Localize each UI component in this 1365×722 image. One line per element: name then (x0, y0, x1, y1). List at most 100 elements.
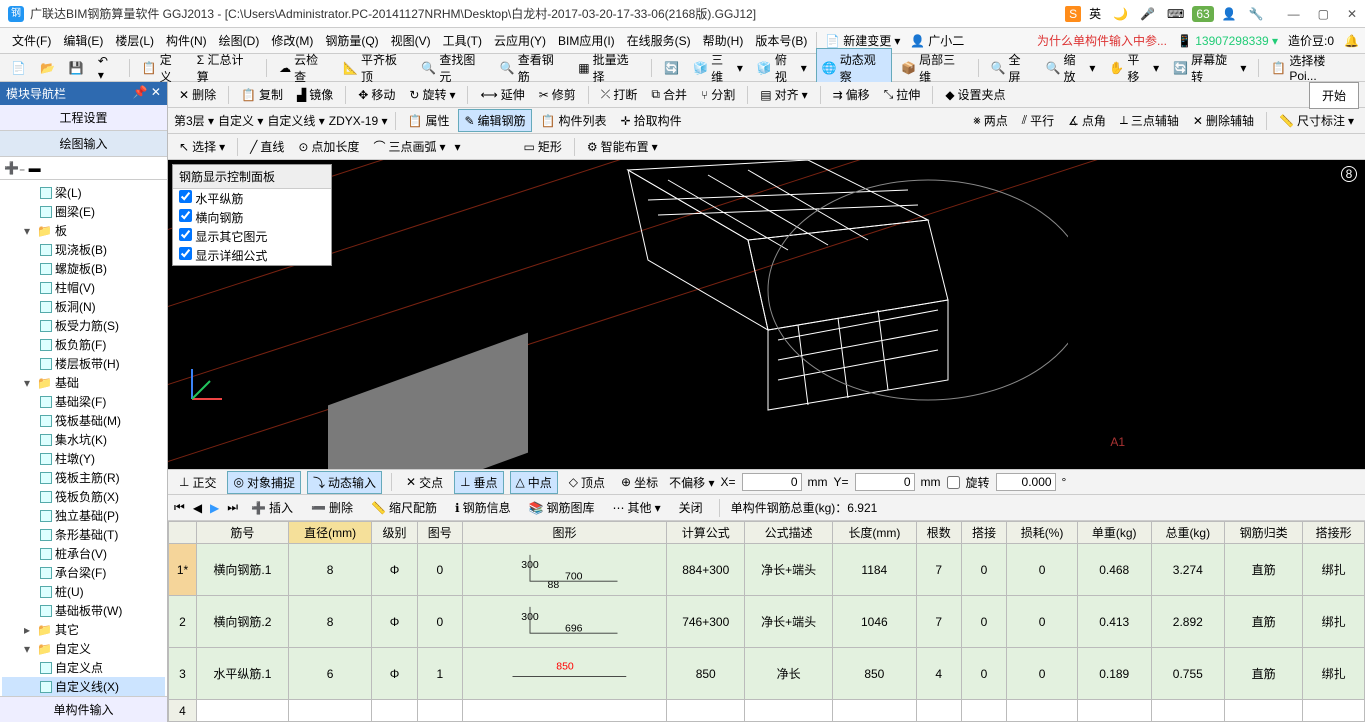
tree-node[interactable]: ▸📁 其它 (2, 620, 165, 639)
tree-node[interactable]: 基础梁(F) (2, 392, 165, 411)
batch-select-button[interactable]: ▦ 批量选择 (573, 49, 644, 87)
view-rebar-button[interactable]: 🔍 查看钢筋 (495, 49, 569, 87)
mid-button[interactable]: △ 中点 (510, 471, 558, 494)
tree-node[interactable]: 筏板基础(M) (2, 411, 165, 430)
flat-top-button[interactable]: 📐 平齐板顶 (338, 49, 412, 87)
three-axis-button[interactable]: ⟂ 三点辅轴 (1115, 110, 1184, 131)
props-button[interactable]: 📋 属性 (403, 110, 455, 131)
menu-item[interactable]: 工具(T) (437, 32, 488, 50)
grid-close-button[interactable]: 关闭 (674, 497, 708, 518)
save-icon[interactable]: 💾 (64, 59, 89, 77)
member-list-button[interactable]: 📋 构件列表 (536, 110, 612, 131)
tree-node[interactable]: 圈梁(E) (2, 202, 165, 221)
menu-item[interactable]: BIM应用(I) (552, 32, 621, 50)
prev-icon[interactable]: ◀ (193, 501, 202, 515)
menu-item[interactable]: 绘图(D) (213, 32, 266, 50)
pedal-button[interactable]: ⊥ 垂点 (454, 471, 503, 494)
menu-item[interactable]: 修改(M) (265, 32, 319, 50)
offset-button[interactable]: ⇉ 偏移 (828, 84, 875, 105)
dyn-input-button[interactable]: ⤵ 动态输入 (307, 471, 382, 494)
menu-item[interactable]: 构件(N) (160, 32, 213, 50)
tree-node[interactable]: 现浇板(B) (2, 240, 165, 259)
3d-button[interactable]: 🧊 三维 ▾ (688, 49, 748, 87)
component-tree[interactable]: 梁(L) 圈梁(E)▾📁 板 现浇板(B) 螺旋板(B) 柱帽(V) 板洞(N)… (0, 180, 167, 696)
menu-item[interactable]: 视图(V) (385, 32, 437, 50)
rebar-table[interactable]: 筋号直径(mm)级别图号图形计算公式公式描述长度(mm)根数搭接损耗(%)单重(… (168, 521, 1365, 722)
tree-node[interactable]: 条形基础(T) (2, 525, 165, 544)
offset-select[interactable]: 不偏移 ▾ (669, 474, 714, 491)
tree-node[interactable]: 承台梁(F) (2, 563, 165, 582)
tree-node[interactable]: ▾📁 自定义 (2, 639, 165, 658)
first-icon[interactable]: ⏮ (174, 500, 185, 515)
find-elem-button[interactable]: 🔍 查找图元 (416, 49, 490, 87)
tree-collapse-icon[interactable]: ▬ (29, 161, 41, 175)
smart-button[interactable]: ⚙ 智能布置 ▾ (582, 136, 663, 157)
trim-button[interactable]: ✂ 修剪 (534, 84, 581, 105)
menu-item[interactable]: 在线服务(S) (621, 32, 697, 50)
edit-rebar-button[interactable]: ✎ 编辑钢筋 (458, 109, 531, 132)
zoom-button[interactable]: 🔍 缩放 ▾ (1041, 49, 1101, 87)
minimize-button[interactable]: — (1288, 7, 1300, 21)
pan-button[interactable]: ✋ 平移 ▾ (1104, 49, 1164, 87)
single-input-tab[interactable]: 单构件输入 (0, 696, 167, 722)
rebar-option[interactable]: 显示详细公式 (173, 246, 331, 265)
grid-other-button[interactable]: ⋯ 其他 ▾ (608, 497, 666, 518)
rect-button[interactable]: ▭ 矩形 (519, 136, 567, 157)
pt-len-button[interactable]: ⊙ 点加长度 (293, 136, 364, 157)
x-input[interactable] (742, 473, 802, 491)
split-button[interactable]: ⑂ 分割 (696, 84, 740, 105)
menu-item[interactable]: 帮助(H) (697, 32, 750, 50)
two-point-button[interactable]: ⨳ 两点 (968, 110, 1012, 131)
ortho-button[interactable]: ⊥ 正交 (174, 472, 221, 493)
define-button[interactable]: 📋 定义 (137, 49, 188, 87)
panel-tab-draw[interactable]: 绘图输入 (0, 131, 167, 157)
table-row[interactable]: 3水平纵筋.16Φ1850850净长8504000.1890.755直筋绑扎 (169, 648, 1365, 700)
pick-floor-button[interactable]: 📋 选择楼 Poi... (1266, 50, 1359, 85)
arc3-button[interactable]: ⌒ 三点画弧 ▾ (368, 136, 450, 157)
osnap-button[interactable]: ◎ 对象捕捉 (227, 471, 301, 494)
del-axis-button[interactable]: ✕ 删除辅轴 (1188, 110, 1259, 131)
coord-button[interactable]: ⊕ 坐标 (616, 472, 663, 493)
grid-scale-button[interactable]: 📏 缩尺配筋 (366, 497, 442, 518)
delete-button[interactable]: ✕ 删除 (174, 84, 221, 105)
merge-button[interactable]: ⧉ 合并 (646, 84, 692, 105)
sync-icon[interactable]: 🔄 (659, 59, 684, 77)
menu-item[interactable]: 楼层(L) (109, 32, 160, 50)
select-button[interactable]: ↖ 选择 ▾ (174, 136, 230, 157)
local-3d-button[interactable]: 📦 局部三维 (896, 49, 970, 87)
line-button[interactable]: ╱ 直线 (245, 136, 289, 157)
look-button[interactable]: 🧊 俯视 ▾ (752, 49, 812, 87)
cloud-check-button[interactable]: ☁ 云检查 (274, 49, 334, 87)
tree-node[interactable]: 螺旋板(B) (2, 259, 165, 278)
tree-node[interactable]: 梁(L) (2, 183, 165, 202)
rotate-input[interactable] (996, 473, 1056, 491)
align-button[interactable]: ▤ 对齐 ▾ (755, 84, 812, 105)
menu-item[interactable]: 云应用(Y) (488, 32, 552, 50)
top-button[interactable]: ◇ 顶点 (564, 472, 610, 493)
move-button[interactable]: ✥ 移动 (353, 84, 400, 105)
dim-button[interactable]: 📏 尺寸标注 ▾ (1274, 110, 1359, 131)
tree-node[interactable]: 楼层板带(H) (2, 354, 165, 373)
tree-node[interactable]: 集水坑(K) (2, 430, 165, 449)
tree-expand-icon[interactable]: ➕₋ (4, 161, 25, 175)
red-tip[interactable]: 为什么单构件输入中参... (1037, 32, 1167, 49)
break-button[interactable]: ⤫ 打断 (596, 84, 643, 105)
phone-label[interactable]: 📱 13907298339 ▾ (1177, 34, 1278, 48)
next-icon[interactable]: ⏭ (227, 500, 238, 515)
tree-node[interactable]: 独立基础(P) (2, 506, 165, 525)
table-row[interactable]: 2横向钢筋.28Φ0300696746+300净长+端头10467000.413… (169, 596, 1365, 648)
copy-button[interactable]: 📋 复制 (236, 84, 288, 105)
tree-node[interactable]: 筏板负筋(X) (2, 487, 165, 506)
rotate-button[interactable]: ↻ 旋转 ▾ (404, 84, 460, 105)
tree-node[interactable]: 筏板主筋(R) (2, 468, 165, 487)
tree-node[interactable]: 柱帽(V) (2, 278, 165, 297)
floor-select[interactable]: 第3层 ▾ (174, 112, 214, 129)
rebar-display-panel[interactable]: 钢筋显示控制面板 水平纵筋 横向钢筋 显示其它图元 显示详细公式 (172, 164, 332, 266)
tree-node[interactable]: 基础板带(W) (2, 601, 165, 620)
tree-node[interactable]: 自定义点 (2, 658, 165, 677)
rebar-option[interactable]: 水平纵筋 (173, 189, 331, 208)
sum-button[interactable]: Σ 汇总计算 (192, 49, 259, 87)
tree-node[interactable]: ▾📁 基础 (2, 373, 165, 392)
tree-node[interactable]: 桩承台(V) (2, 544, 165, 563)
tree-node[interactable]: 板受力筋(S) (2, 316, 165, 335)
